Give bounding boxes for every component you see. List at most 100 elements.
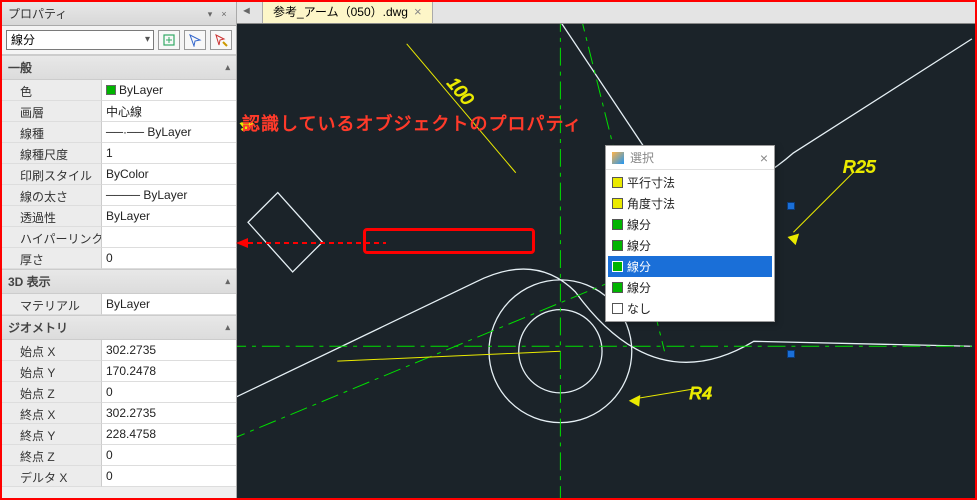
collapse-icon: ▴ xyxy=(225,276,230,287)
property-value[interactable]: 170.2478 xyxy=(102,361,236,382)
selection-list-item[interactable]: 線分 xyxy=(608,235,772,256)
property-row[interactable]: 始点 Y170.2478 xyxy=(2,361,236,382)
panel-titlebar[interactable]: プロパティ ▾ × xyxy=(2,2,236,26)
property-value-text: 中心線 xyxy=(106,103,142,120)
property-value-text: 1 xyxy=(106,146,113,160)
property-row[interactable]: 厚さ0 xyxy=(2,248,236,269)
selection-list-item[interactable]: 線分 xyxy=(608,277,772,298)
property-value[interactable] xyxy=(102,227,236,248)
selection-item-label: 線分 xyxy=(627,237,651,254)
property-value-text: ──── ByLayer xyxy=(106,188,187,202)
property-value[interactable]: 0 xyxy=(102,466,236,487)
selection-list-item[interactable]: 平行寸法 xyxy=(608,172,772,193)
property-value[interactable]: ByLayer xyxy=(102,206,236,227)
selection-item-label: 角度寸法 xyxy=(627,195,675,212)
selection-list: 平行寸法角度寸法線分線分線分線分なし xyxy=(606,170,774,321)
panel-title: プロパティ xyxy=(8,5,67,22)
selection-list-item[interactable]: 角度寸法 xyxy=(608,193,772,214)
color-swatch-icon xyxy=(612,282,623,293)
selection-popup: 選択 × 平行寸法角度寸法線分線分線分線分なし xyxy=(605,145,775,322)
document-tab-label: 参考_アーム（050）.dwg xyxy=(273,3,408,20)
property-row[interactable]: 線種尺度1 xyxy=(2,143,236,164)
close-icon[interactable]: × xyxy=(760,150,768,166)
grip-handle[interactable] xyxy=(787,350,795,358)
quick-select-button[interactable] xyxy=(210,30,232,50)
property-label: 印刷スタイル xyxy=(2,164,102,185)
property-label: デルタ X xyxy=(2,466,102,487)
property-value-text: ByLayer xyxy=(119,83,163,97)
property-row[interactable]: 画層中心線 xyxy=(2,101,236,122)
property-row[interactable]: 始点 Z 0 xyxy=(2,382,236,403)
annotation-text: 認識しているオブジェクトのプロパティ xyxy=(242,110,582,136)
property-value[interactable]: 1 xyxy=(102,143,236,164)
property-value[interactable]: ──── ByLayer xyxy=(102,185,236,206)
property-row[interactable]: マテリアルByLayer xyxy=(2,294,236,315)
property-label: 始点 Z xyxy=(2,382,102,403)
property-value[interactable]: ByColor xyxy=(102,164,236,185)
dim-100-text: 100 xyxy=(443,73,477,109)
properties-panel: プロパティ ▾ × 線分 一般 ▴ 色 ByLayer 画層中心線 xyxy=(2,2,237,498)
property-row[interactable]: 透過性ByLayer xyxy=(2,206,236,227)
property-row[interactable]: 線の太さ──── ByLayer xyxy=(2,185,236,206)
property-value-text: 0 xyxy=(106,385,113,399)
property-label: 終点 Z xyxy=(2,445,102,466)
property-value-text: 0 xyxy=(106,469,113,483)
property-value[interactable]: 302.2735 xyxy=(102,340,236,361)
property-value[interactable]: 0 xyxy=(102,445,236,466)
tab-nav-left-icon[interactable]: ◄ xyxy=(241,5,252,17)
color-swatch-icon xyxy=(612,219,623,230)
dim-r25-text: R25 xyxy=(843,157,876,177)
group-header-3d[interactable]: 3D 表示 ▴ xyxy=(2,269,236,294)
property-value[interactable]: 302.2735 xyxy=(102,403,236,424)
property-row[interactable]: 印刷スタイル ByColor xyxy=(2,164,236,185)
property-label: 色 xyxy=(2,80,102,101)
object-type-dropdown[interactable]: 線分 xyxy=(6,30,154,50)
property-row[interactable]: 終点 X302.2735 xyxy=(2,403,236,424)
group-header-geometry[interactable]: ジオメトリ ▴ xyxy=(2,315,236,340)
close-tab-icon[interactable]: × xyxy=(414,4,422,19)
dim-r4-text: R4 xyxy=(689,383,712,403)
document-tab[interactable]: 参考_アーム（050）.dwg × xyxy=(262,2,433,23)
property-row[interactable]: デルタ X 0 xyxy=(2,466,236,487)
grip-handle[interactable] xyxy=(787,202,795,210)
color-swatch-icon xyxy=(612,303,623,314)
property-value-text: 228.4758 xyxy=(106,427,156,441)
property-row[interactable]: 色 ByLayer xyxy=(2,80,236,101)
property-value[interactable]: 0 xyxy=(102,382,236,403)
app-icon xyxy=(612,152,624,164)
property-value[interactable]: ──·── ByLayer xyxy=(102,122,236,143)
selection-list-item[interactable]: なし xyxy=(608,298,772,319)
property-value-text: 302.2735 xyxy=(106,343,156,357)
selection-popup-titlebar[interactable]: 選択 × xyxy=(606,146,774,170)
selection-item-label: 線分 xyxy=(627,258,651,275)
property-label: マテリアル xyxy=(2,294,102,315)
property-value-text: ByLayer xyxy=(106,209,150,223)
property-row[interactable]: 終点 Y228.4758 xyxy=(2,424,236,445)
property-value[interactable]: 中心線 xyxy=(102,101,236,122)
color-swatch-icon xyxy=(106,85,116,95)
selection-item-label: 平行寸法 xyxy=(627,174,675,191)
property-label: 画層 xyxy=(2,101,102,122)
toggle-pickadd-button[interactable] xyxy=(158,30,180,50)
selection-popup-title: 選択 xyxy=(630,149,654,166)
property-value-text: 170.2478 xyxy=(106,364,156,378)
property-value[interactable]: 0 xyxy=(102,248,236,269)
selection-list-item[interactable]: 線分 xyxy=(608,214,772,235)
document-tab-bar: ◄ 参考_アーム（050）.dwg × xyxy=(237,2,975,24)
group-header-general[interactable]: 一般 ▴ xyxy=(2,55,236,80)
group-label: 3D 表示 xyxy=(8,273,51,290)
property-value-text: ──·── ByLayer xyxy=(106,125,191,139)
property-value-text: ByColor xyxy=(106,167,149,181)
close-panel-icon[interactable]: × xyxy=(218,8,230,20)
property-value[interactable]: ByLayer xyxy=(102,80,236,101)
property-value[interactable]: ByLayer xyxy=(102,294,236,315)
property-row[interactable]: 終点 Z0 xyxy=(2,445,236,466)
pin-icon[interactable]: ▾ xyxy=(204,8,216,20)
property-row[interactable]: 線種 ──·── ByLayer xyxy=(2,122,236,143)
selection-list-item[interactable]: 線分 xyxy=(608,256,772,277)
property-row[interactable]: ハイパーリンク xyxy=(2,227,236,248)
select-objects-button[interactable] xyxy=(184,30,206,50)
property-value[interactable]: 228.4758 xyxy=(102,424,236,445)
property-label: 線種 xyxy=(2,122,102,143)
property-row[interactable]: 始点 X302.2735 xyxy=(2,340,236,361)
